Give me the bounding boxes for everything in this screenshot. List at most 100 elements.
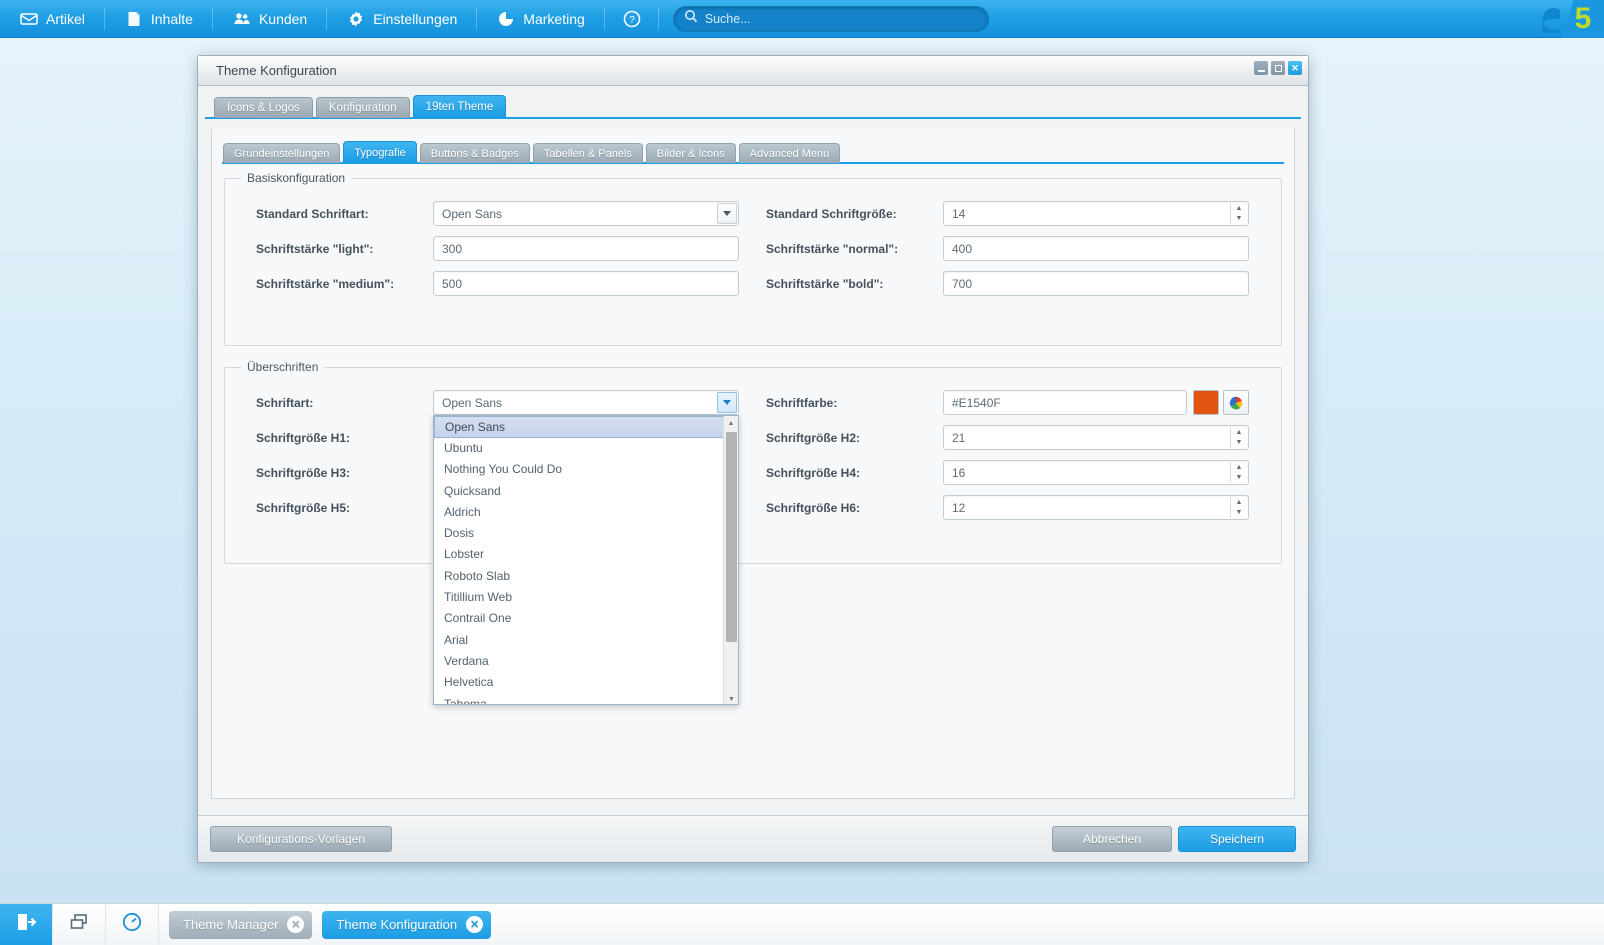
tab-tabellen-panels[interactable]: Tabellen & Panels (532, 143, 643, 163)
minimize-icon[interactable] (1254, 61, 1268, 75)
brand-logo: 5 (1520, 0, 1604, 38)
close-circle-icon[interactable]: ✕ (466, 916, 484, 933)
nav-item-marketing[interactable]: Marketing (477, 0, 606, 38)
nav-item-einstellungen[interactable]: Einstellungen (327, 0, 478, 38)
combo-wrap: Open Sans Ubuntu Nothing You Could Do Qu… (433, 390, 739, 705)
spinner-up-icon[interactable]: ▲ (1231, 203, 1247, 214)
logout-button[interactable] (0, 903, 52, 945)
dropdown-option[interactable]: Quicksand (434, 481, 738, 502)
save-button[interactable]: Speichern (1178, 826, 1296, 852)
tab-label: Grundeinstellungen (234, 147, 330, 160)
cancel-button[interactable]: Abbrechen (1052, 826, 1172, 852)
konfigurations-vorlagen-button[interactable]: Konfigurations-Vorlagen (210, 826, 392, 852)
scrollbar-thumb[interactable] (726, 432, 737, 642)
close-circle-icon[interactable]: ✕ (287, 916, 305, 933)
tab-icons-logos[interactable]: Icons & Logos (214, 97, 313, 118)
chevron-down-icon[interactable] (717, 392, 737, 413)
dropdown-option[interactable]: Verdana (434, 651, 738, 672)
spinner-controls: ▲ ▼ (1230, 427, 1247, 448)
standard-schriftgroesse-input[interactable] (943, 201, 1249, 226)
dropdown-option[interactable]: Lobster (434, 544, 738, 565)
schriftstaerke-light-input[interactable] (433, 236, 739, 261)
maximize-icon[interactable] (1271, 61, 1285, 75)
h4-input[interactable] (943, 460, 1249, 485)
form-row: Schriftgröße H3: ▲ ▼ Schriftgröße H4: (243, 460, 1263, 485)
taskbar-item-theme-manager[interactable]: Theme Manager ✕ (169, 910, 313, 939)
nav-item-artikel[interactable]: Artikel (0, 0, 105, 38)
tab-buttons-badges[interactable]: Buttons & Badges (419, 143, 530, 163)
color-swatch[interactable] (1193, 390, 1219, 415)
tab-label: Bilder & Icons (656, 147, 725, 160)
dropdown-option[interactable]: Dosis (434, 523, 738, 544)
tab-bilder-icons[interactable]: Bilder & Icons (645, 143, 736, 163)
ueberschrift-schriftart-combo[interactable] (433, 390, 739, 415)
spinner-up-icon[interactable]: ▲ (1231, 427, 1247, 438)
performance-button[interactable] (106, 904, 158, 945)
chevron-down-icon[interactable] (717, 203, 737, 224)
button-label: Konfigurations-Vorlagen (236, 832, 366, 846)
help-button[interactable]: ? (605, 0, 659, 38)
spinner-down-icon[interactable]: ▼ (1231, 438, 1247, 449)
field-label: Schriftgröße H3: (256, 465, 351, 480)
field-label: Schriftstärke "normal": (766, 241, 899, 256)
field-standard-schriftgroesse: Standard Schriftgröße: ▲ ▼ (753, 201, 1263, 226)
inner-tab-bar: Grundeinstellungen Typografie Buttons & … (212, 129, 1294, 163)
input-wrap (943, 236, 1249, 261)
fieldset-legend: Basiskonfiguration (241, 171, 352, 185)
nav-item-label: Kunden (258, 10, 308, 27)
h6-input[interactable] (943, 495, 1249, 520)
dropdown-option[interactable]: Open Sans (434, 416, 738, 438)
field-schriftart: Schriftart: Open Sans Ubuntu Nothing You… (243, 390, 753, 705)
h2-input[interactable] (943, 425, 1249, 450)
search-input[interactable]: Suche... (672, 5, 989, 32)
schriftfarbe-input[interactable] (943, 390, 1187, 415)
search-icon (684, 9, 698, 28)
field-label: Schriftgröße H6: (766, 500, 861, 515)
schriftstaerke-medium-input[interactable] (433, 271, 739, 296)
tab-19ten-theme[interactable]: 19ten Theme (412, 95, 507, 118)
spinner-up-icon[interactable]: ▲ (1231, 497, 1247, 508)
spinner-wrap: ▲ ▼ (943, 460, 1249, 485)
field-label: Schriftgröße H4: (766, 465, 861, 480)
dropdown-option[interactable]: Titillium Web (434, 587, 738, 608)
spinner-down-icon[interactable]: ▼ (1231, 473, 1247, 484)
spinner-down-icon[interactable]: ▼ (1231, 508, 1247, 519)
nav-item-label: Inhalte (150, 10, 193, 27)
scroll-up-icon[interactable]: ▲ (724, 416, 738, 430)
dropdown-option[interactable]: Aldrich (434, 502, 738, 523)
spinner-down-icon[interactable]: ▼ (1231, 214, 1247, 225)
tab-grundeinstellungen[interactable]: Grundeinstellungen (223, 143, 341, 163)
dropdown-option[interactable]: Arial (434, 630, 738, 651)
nav-item-kunden[interactable]: Kunden (213, 0, 328, 38)
taskbar: Theme Manager ✕ Theme Konfiguration ✕ (0, 903, 1604, 945)
taskbar-item-theme-konfiguration[interactable]: Theme Konfiguration ✕ (322, 910, 492, 939)
input-wrap (433, 236, 739, 261)
window-switcher-button[interactable] (53, 904, 105, 945)
close-icon[interactable]: ✕ (1288, 61, 1302, 75)
schriftstaerke-bold-input[interactable] (943, 271, 1249, 296)
dropdown-scrollbar[interactable]: ▲ ▼ (723, 416, 738, 704)
standard-schriftart-combo[interactable] (433, 201, 739, 226)
field-label: Schriftstärke "medium": (256, 276, 395, 291)
field-schriftfarbe: Schriftfarbe: (753, 390, 1263, 415)
window-title-bar[interactable]: Theme Konfiguration ✕ (198, 56, 1308, 86)
tab-advanced-menu[interactable]: Advanced Menu (738, 143, 841, 163)
schriftart-dropdown-list[interactable]: Open Sans Ubuntu Nothing You Could Do Qu… (433, 415, 739, 705)
field-schriftstaerke-light: Schriftstärke "light": (243, 236, 753, 261)
tab-label: Icons & Logos (227, 102, 300, 114)
scroll-down-icon[interactable]: ▼ (724, 692, 738, 704)
dropdown-option[interactable]: Roboto Slab (434, 566, 738, 587)
dropdown-option[interactable]: Contrail One (434, 608, 738, 629)
nav-item-inhalte[interactable]: Inhalte (105, 0, 214, 38)
nav-item-label: Einstellungen (373, 10, 458, 27)
dropdown-option[interactable]: Helvetica (434, 672, 738, 693)
schriftstaerke-normal-input[interactable] (943, 236, 1249, 261)
tab-typografie[interactable]: Typografie (343, 141, 417, 163)
tab-konfiguration[interactable]: Konfiguration (315, 97, 410, 118)
dropdown-option[interactable]: Tahoma (434, 694, 738, 704)
dropdown-option[interactable]: Ubuntu (434, 438, 738, 459)
button-label: Speichern (1209, 832, 1265, 846)
color-picker-icon[interactable] (1223, 390, 1249, 415)
dropdown-option[interactable]: Nothing You Could Do (434, 459, 738, 480)
spinner-up-icon[interactable]: ▲ (1231, 462, 1247, 473)
